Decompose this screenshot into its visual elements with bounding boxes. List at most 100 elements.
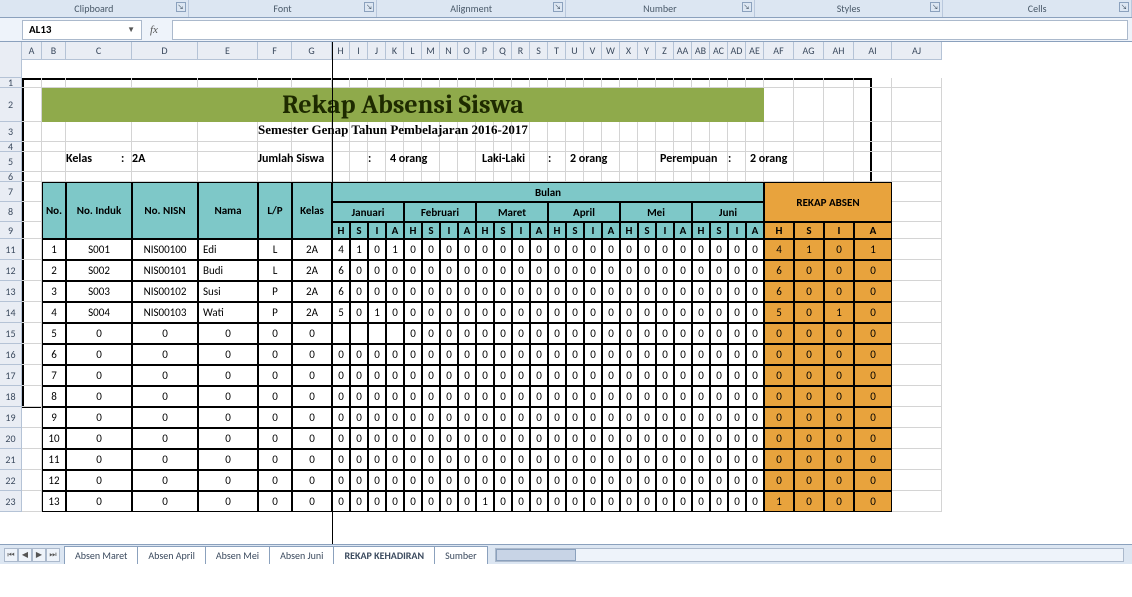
cell-induk[interactable]: 0 [66, 407, 132, 428]
cell-month[interactable]: 1 [350, 239, 368, 260]
cell-rekap[interactable]: 0 [824, 449, 854, 470]
row-header[interactable]: 8 [0, 202, 21, 222]
tab-nav-first-icon[interactable]: ⏮ [4, 548, 18, 562]
dialog-launcher-icon[interactable]: ↘ [930, 2, 940, 12]
cell-month[interactable]: 0 [440, 407, 458, 428]
column-header[interactable]: D [132, 42, 198, 59]
row-header[interactable]: 22 [0, 470, 21, 491]
cell-month[interactable]: 0 [602, 386, 620, 407]
row-header[interactable]: 17 [0, 365, 21, 386]
cell-month[interactable]: 0 [422, 386, 440, 407]
scrollbar-thumb[interactable] [496, 549, 576, 561]
cell-month[interactable]: 0 [404, 302, 422, 323]
cell-month[interactable]: 0 [404, 470, 422, 491]
cell-lp[interactable]: 0 [258, 428, 292, 449]
cell-month[interactable]: 0 [674, 428, 692, 449]
cell-rekap[interactable]: 0 [854, 281, 892, 302]
cell-month[interactable]: 0 [422, 344, 440, 365]
cell-month[interactable]: 0 [368, 260, 386, 281]
dialog-launcher-icon[interactable]: ↘ [742, 2, 752, 12]
cell-nisn[interactable]: NIS00102 [132, 281, 198, 302]
cell-rekap[interactable]: 0 [764, 323, 794, 344]
cell-nama[interactable]: 0 [198, 407, 258, 428]
column-header[interactable]: B [42, 42, 66, 59]
cell-month[interactable]: 0 [404, 449, 422, 470]
cell-month[interactable]: 0 [476, 344, 494, 365]
cell-month[interactable]: 0 [728, 407, 746, 428]
row-header[interactable]: 23 [0, 491, 21, 512]
cell-nisn[interactable]: NIS00101 [132, 260, 198, 281]
cell-month[interactable]: 0 [458, 470, 476, 491]
cell-month[interactable]: 0 [656, 239, 674, 260]
cell-month[interactable]: 0 [530, 239, 548, 260]
column-header[interactable]: AH [824, 42, 854, 59]
cell-month[interactable]: 0 [602, 260, 620, 281]
cell-rekap[interactable]: 1 [764, 491, 794, 512]
cell-month[interactable]: 1 [368, 302, 386, 323]
cell-month[interactable]: 0 [494, 323, 512, 344]
cell-month[interactable]: 0 [530, 302, 548, 323]
column-header[interactable]: R [512, 42, 530, 59]
cell-month[interactable]: 0 [638, 470, 656, 491]
cell-month[interactable]: 0 [350, 491, 368, 512]
cell-nisn[interactable]: 0 [132, 407, 198, 428]
row-headers[interactable]: 12345678911121314151617181920212223 [0, 78, 22, 512]
cell-month[interactable]: 0 [476, 365, 494, 386]
row-header[interactable]: 4 [0, 142, 21, 152]
cell-kelas[interactable]: 2A [292, 302, 332, 323]
column-header[interactable]: AD [728, 42, 746, 59]
cell-induk[interactable]: S003 [66, 281, 132, 302]
cell-month[interactable]: 0 [440, 365, 458, 386]
cell-month[interactable]: 0 [368, 407, 386, 428]
cell-rekap[interactable]: 1 [794, 239, 824, 260]
cell-month[interactable]: 0 [422, 239, 440, 260]
row-header[interactable]: 16 [0, 344, 21, 365]
cell-month[interactable]: 0 [422, 281, 440, 302]
cell-month[interactable]: 0 [368, 281, 386, 302]
cell-month[interactable]: 0 [566, 428, 584, 449]
column-header[interactable]: H [332, 42, 350, 59]
cell-nama[interactable]: 0 [198, 386, 258, 407]
cell-month[interactable]: 0 [746, 281, 764, 302]
cell-month[interactable]: 0 [422, 323, 440, 344]
cell-month[interactable]: 0 [332, 428, 350, 449]
column-header[interactable]: W [602, 42, 620, 59]
cell-rekap[interactable]: 0 [824, 428, 854, 449]
cell-month[interactable]: 0 [494, 386, 512, 407]
cell-rekap[interactable]: 0 [764, 449, 794, 470]
column-header[interactable]: J [368, 42, 386, 59]
cell-month[interactable]: 0 [692, 428, 710, 449]
cell-month[interactable]: 0 [710, 449, 728, 470]
cell-nama[interactable]: Susi [198, 281, 258, 302]
row-header[interactable]: 20 [0, 428, 21, 449]
cell-nisn[interactable]: 0 [132, 491, 198, 512]
column-header[interactable]: L [404, 42, 422, 59]
cell-month[interactable]: 0 [440, 302, 458, 323]
cell-rekap[interactable]: 0 [824, 365, 854, 386]
column-header[interactable]: AE [746, 42, 764, 59]
cell-month[interactable]: 0 [710, 428, 728, 449]
cell-month[interactable]: 0 [512, 449, 530, 470]
row-header[interactable]: 6 [0, 172, 21, 182]
cell-month[interactable]: 0 [656, 302, 674, 323]
cell-no[interactable]: 12 [42, 470, 66, 491]
cell-month[interactable]: 0 [638, 260, 656, 281]
cell-month[interactable]: 0 [692, 260, 710, 281]
fx-icon[interactable]: fx [150, 24, 158, 36]
cell-month[interactable]: 0 [620, 344, 638, 365]
row-header[interactable]: 14 [0, 302, 21, 323]
select-all-corner[interactable] [0, 42, 22, 78]
row-header[interactable]: 18 [0, 386, 21, 407]
cell-month[interactable]: 0 [656, 344, 674, 365]
cell-month[interactable] [386, 323, 404, 344]
cell-month[interactable]: 0 [584, 365, 602, 386]
cell-rekap[interactable]: 0 [824, 491, 854, 512]
cell-month[interactable]: 0 [440, 281, 458, 302]
cell-month[interactable]: 0 [350, 407, 368, 428]
cell-month[interactable]: 0 [692, 302, 710, 323]
cell-month[interactable]: 0 [440, 239, 458, 260]
cell-month[interactable]: 0 [440, 344, 458, 365]
cell-rekap[interactable]: 1 [824, 302, 854, 323]
cell-month[interactable]: 0 [656, 323, 674, 344]
cell-nisn[interactable]: 0 [132, 428, 198, 449]
